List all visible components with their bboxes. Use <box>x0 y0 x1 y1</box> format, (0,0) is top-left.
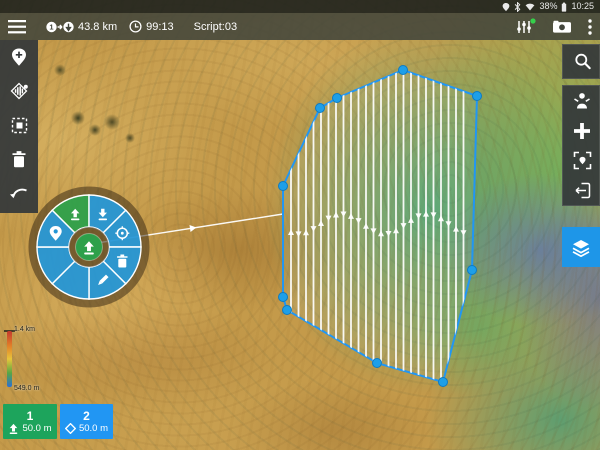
fit-route-button[interactable] <box>563 146 600 176</box>
fit-route-expand-icon <box>573 151 592 170</box>
undo-button[interactable] <box>0 176 38 210</box>
polygon-vertex-handle[interactable] <box>468 266 477 275</box>
clock-icon <box>129 20 142 33</box>
waypoint-number: 1 <box>27 410 34 423</box>
polygon-vertex-handle[interactable] <box>283 306 292 315</box>
telemetry-equalizer-button[interactable] <box>508 13 544 40</box>
polygon-vertex-handle[interactable] <box>399 66 408 75</box>
equalizer-icon <box>516 18 536 36</box>
search-panel <box>562 44 600 79</box>
polygon-vertex-handle[interactable] <box>473 92 482 101</box>
waypoint-altitude: 50.0 m <box>79 423 108 434</box>
takeoff-icon <box>8 423 19 434</box>
svg-text:1: 1 <box>49 22 53 31</box>
polygon-vertex-handle[interactable] <box>279 293 288 302</box>
undo-arrow-icon <box>9 185 29 201</box>
app-toolbar: 1 43.8 km 99:13 Script:03 <box>0 13 600 40</box>
search-icon <box>573 52 592 71</box>
overflow-menu-button[interactable] <box>580 13 600 40</box>
polygon-vertex-handle[interactable] <box>373 359 382 368</box>
add-waypoint-button[interactable] <box>0 40 38 74</box>
map-layers-button[interactable] <box>562 227 600 267</box>
route-distance-group: 1 43.8 km <box>46 20 121 34</box>
hamburger-icon <box>8 20 26 34</box>
delete-button[interactable] <box>0 142 38 176</box>
polygon-vertex-handle[interactable] <box>279 182 288 191</box>
layers-icon <box>571 238 591 257</box>
route-duration-value: 99:13 <box>142 21 178 33</box>
elevation-min-label: 549.0 m <box>14 385 39 392</box>
route-length-icon: 1 <box>46 20 74 34</box>
route-duration-group: 99:13 <box>129 20 178 33</box>
follow-me-person-icon <box>573 91 591 110</box>
elevation-gradient-bar <box>7 331 12 387</box>
follow-me-button[interactable] <box>563 86 600 116</box>
search-button[interactable] <box>563 45 600 78</box>
camera-icon <box>552 19 572 34</box>
bluetooth-icon <box>514 2 521 12</box>
android-status-bar: 38% 10:25 <box>0 0 600 13</box>
map-layers-panel-active <box>562 227 600 267</box>
area-select-icon <box>10 116 29 135</box>
script-label: Script:03 <box>190 21 241 33</box>
waypoint-altitude: 50.0 m <box>22 423 51 434</box>
elevation-max-label: 1.4 km <box>14 326 35 333</box>
waypoint-diamond-icon <box>65 423 76 434</box>
map-controls-panel <box>562 85 600 206</box>
terrain-profile-icon <box>9 81 29 101</box>
move-map-button[interactable] <box>563 116 600 146</box>
status-dot <box>530 18 535 23</box>
waypoint-radial-menu[interactable] <box>24 182 154 312</box>
hide-panel-button[interactable] <box>563 175 600 205</box>
polygon-vertex-handle[interactable] <box>439 378 448 387</box>
app-screen: 38% 10:25 1 43.8 km 99:13 <box>0 0 600 450</box>
waypoint-card-1[interactable]: 1 50.0 m <box>3 404 57 439</box>
polygon-vertex-handle[interactable] <box>316 104 325 113</box>
trash-icon <box>10 149 28 169</box>
kebab-menu-icon <box>588 19 592 35</box>
terrain-profile-button[interactable] <box>0 74 38 108</box>
camera-button[interactable] <box>544 13 580 40</box>
battery-icon <box>561 2 567 12</box>
location-status-icon <box>502 2 510 12</box>
route-distance-value: 43.8 km <box>74 21 121 33</box>
waypoint-number: 2 <box>83 410 90 423</box>
radial-center-upload-button[interactable] <box>76 234 103 261</box>
edit-toolbar <box>0 40 38 213</box>
waypoint-card-2[interactable]: 2 50.0 m <box>60 404 113 439</box>
delete-icon[interactable] <box>117 255 127 268</box>
battery-percent-text: 38% <box>539 0 557 13</box>
add-waypoint-pin-icon <box>10 47 28 67</box>
hide-panel-arrow-icon <box>574 182 591 199</box>
clock-text: 10:25 <box>571 0 594 13</box>
polygon-vertex-handle[interactable] <box>333 94 342 103</box>
move-cross-icon <box>573 122 591 140</box>
wifi-icon <box>525 2 535 12</box>
menu-button[interactable] <box>0 13 34 40</box>
area-select-button[interactable] <box>0 108 38 142</box>
